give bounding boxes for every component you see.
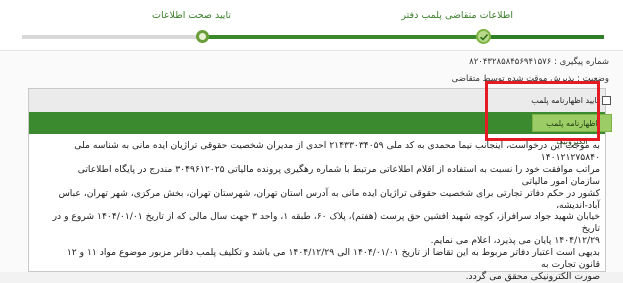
step-label-applicant-info: اطلاعات متقاضی پلمب دفتر (401, 10, 513, 21)
body-line: کشور در حکم دفاتر تجارتی برای شخصیت حقوق… (58, 187, 600, 211)
highlight-box (485, 81, 600, 141)
progress-track-pending (22, 35, 202, 39)
body-line: مراتب موافقت خود را نسبت به استفاده از ا… (77, 163, 600, 187)
step-node-applicant (476, 29, 491, 44)
progress-track-done (202, 35, 484, 39)
check-icon (479, 33, 489, 41)
body-line: بدیهی است اعتبار دفاتر مربوط به این تقاض… (66, 247, 600, 271)
tracking-number: شماره پیگیری : ۸۲۰۴۳۲۸۵۸۴۵۶۹۴۱۵۷۶ (469, 57, 609, 67)
body-line: به موجب این درخواست، اینجانب نیما محمدی … (74, 140, 600, 163)
body-line: ۱۴۰۴/۱۲/۲۹ پایان می پذیرد، اعلام می نمای… (430, 235, 600, 247)
declaration-checkbox[interactable] (602, 96, 611, 105)
body-line: خیابان شهید جواد سرافراز، کوچه شهید افشی… (52, 211, 600, 235)
declaration-body: به موجب این درخواست، اینجانب نیما محمدی … (52, 140, 600, 283)
progress-track-start (484, 35, 604, 39)
body-line: صورت الکترونیکی محقق می گردد. (465, 270, 600, 282)
progress-steps: اطلاعات متقاضی پلمب دفتر تایید صحت اطلاع… (0, 0, 623, 51)
step-node-confirm (196, 30, 209, 43)
step-label-confirm-info: تایید صحت اطلاعات (152, 10, 231, 21)
